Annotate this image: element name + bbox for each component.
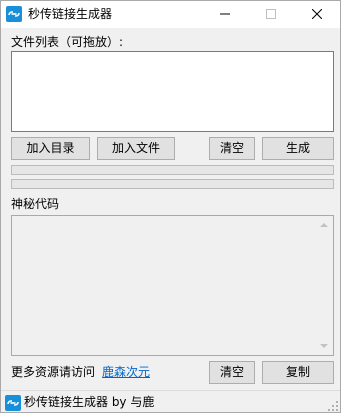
scroll-down-icon[interactable] [320, 344, 328, 348]
window-title: 秒传链接生成器 [28, 7, 113, 21]
resource-link[interactable]: 鹿森次元 [102, 365, 150, 379]
generate-button[interactable]: 生成 [262, 137, 334, 160]
progress-bar-1 [11, 165, 334, 175]
scroll-up-icon[interactable] [320, 223, 328, 227]
clear-list-button[interactable]: 清空 [209, 137, 255, 160]
file-list-label: 文件列表（可拖放）: [11, 35, 124, 49]
output-textarea[interactable] [11, 215, 334, 356]
link-cloud-icon [5, 395, 21, 411]
file-list-box[interactable] [11, 51, 334, 132]
resize-grip-icon[interactable] [328, 400, 338, 411]
close-button[interactable] [294, 1, 340, 28]
status-text: 秒传链接生成器 by 与鹿 [24, 395, 155, 409]
minimize-button[interactable] [202, 1, 248, 28]
maximize-icon [266, 8, 276, 22]
add-file-button[interactable]: 加入文件 [97, 137, 175, 160]
add-directory-button[interactable]: 加入目录 [11, 137, 90, 160]
progress-bar-2 [11, 179, 334, 189]
more-resources-text: 更多资源请访问 [11, 365, 96, 379]
vertical-scrollbar[interactable] [316, 216, 333, 355]
clear-output-button[interactable]: 清空 [209, 361, 255, 384]
minimize-icon [220, 8, 230, 22]
close-icon [311, 8, 323, 22]
copy-button[interactable]: 复制 [262, 361, 334, 384]
title-bar[interactable]: 秒传链接生成器 [1, 1, 340, 28]
link-cloud-icon [6, 6, 22, 22]
output-label: 神秘代码 [11, 197, 60, 211]
app-window: 秒传链接生成器 文件列表（可拖放）: 加入目录 加入文件 清空 生成 神秘代码 [0, 0, 341, 413]
maximize-button[interactable] [248, 1, 294, 28]
status-bar: 秒传链接生成器 by 与鹿 [1, 390, 340, 412]
